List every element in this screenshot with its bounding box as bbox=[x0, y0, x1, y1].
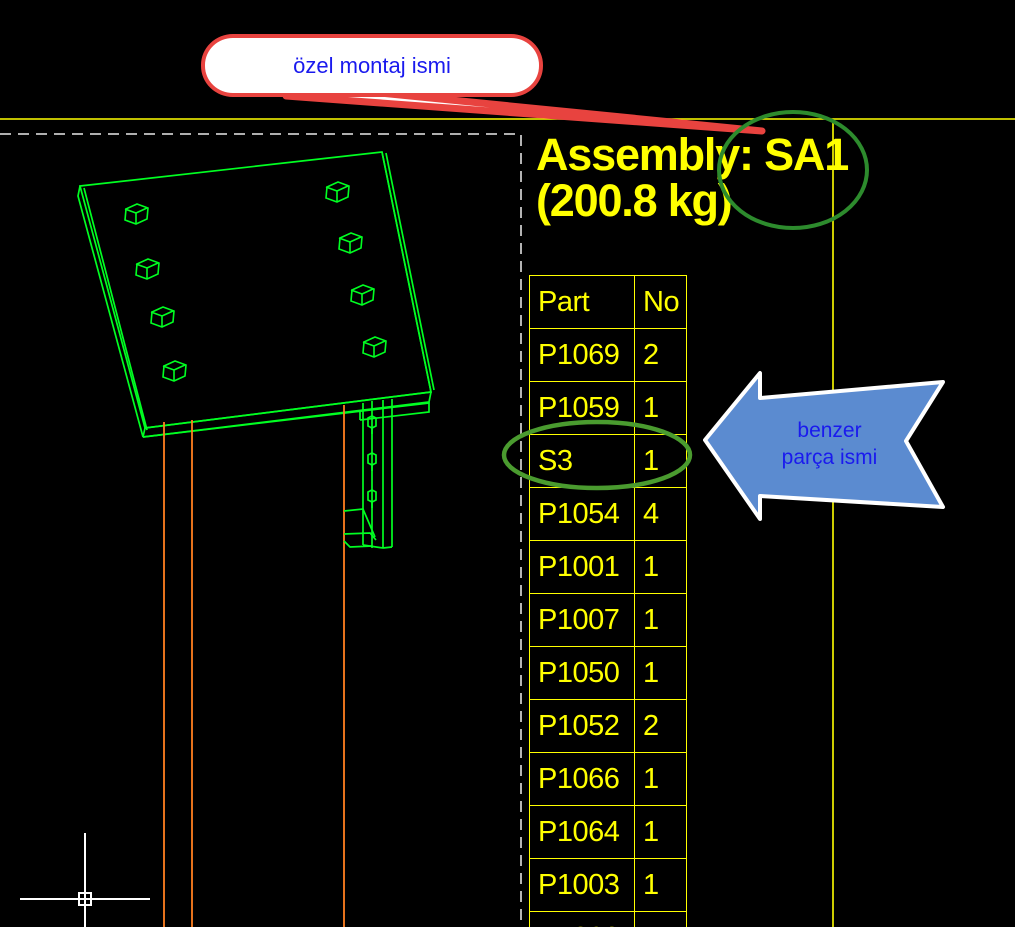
crosshair-vertical-line bbox=[84, 833, 86, 927]
autocad-viewport[interactable]: Assembly: SA1 (200.8 kg) Part No P1069 2 P10… bbox=[0, 0, 1015, 927]
callout-text: özel montaj ismi bbox=[293, 52, 451, 78]
assembly-name-highlight-ellipse bbox=[717, 110, 869, 230]
callout-bubble[interactable]: özel montaj ismi bbox=[201, 34, 543, 97]
similar-part-highlight-ellipse bbox=[501, 419, 693, 491]
annotation-overlay bbox=[282, 81, 945, 521]
blue-arrow-shape bbox=[703, 371, 945, 521]
crosshair-pickbox bbox=[78, 892, 92, 906]
